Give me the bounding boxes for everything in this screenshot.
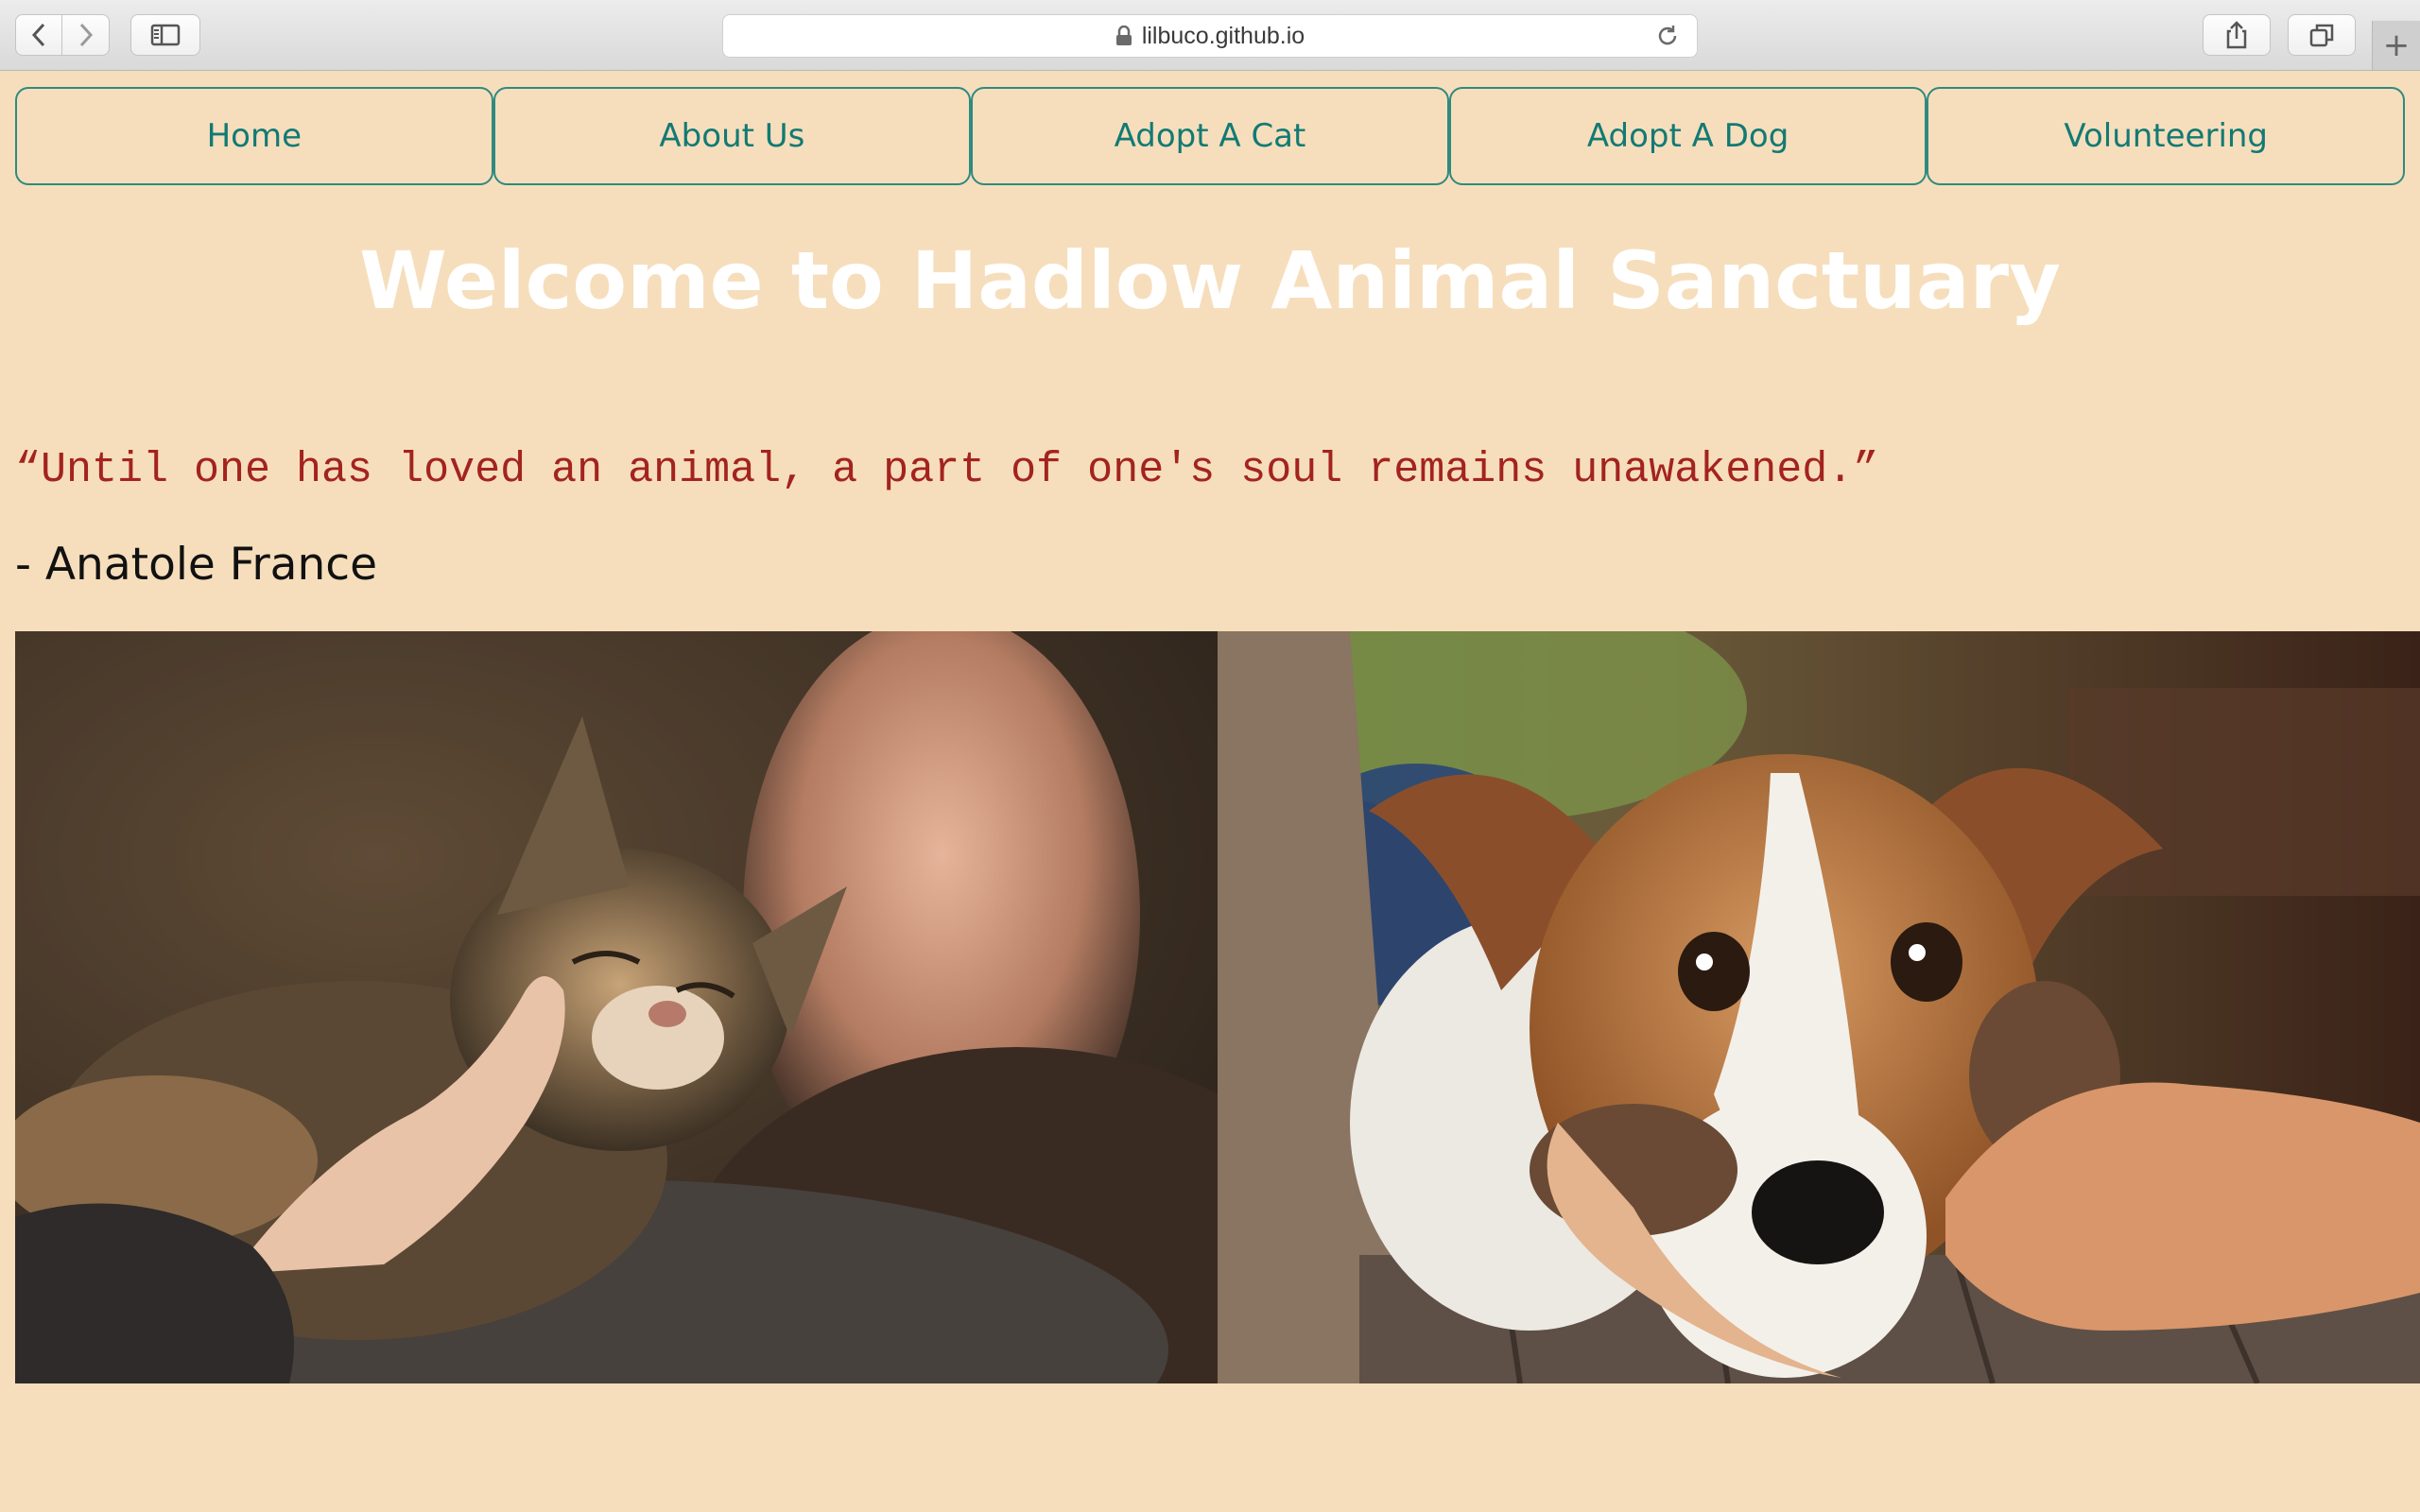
- browser-toolbar: lilbuco.github.io +: [0, 0, 2420, 71]
- new-tab-icon[interactable]: +: [2372, 21, 2420, 70]
- tabs-icon: [2309, 24, 2334, 47]
- forward-button[interactable]: [62, 14, 110, 56]
- url-text: lilbuco.github.io: [1141, 22, 1305, 49]
- back-icon: [31, 23, 45, 47]
- sidebar-button[interactable]: [130, 14, 200, 56]
- nav-home[interactable]: Home: [15, 87, 493, 185]
- back-button[interactable]: [15, 14, 62, 56]
- address-bar[interactable]: lilbuco.github.io: [722, 14, 1698, 58]
- share-icon: [2226, 21, 2247, 49]
- main-nav: Home About Us Adopt A Cat Adopt A Dog Vo…: [15, 87, 2405, 185]
- sidebar-icon: [150, 24, 181, 46]
- lock-icon: [1115, 26, 1132, 46]
- reload-icon[interactable]: [1655, 24, 1680, 55]
- tabs-button[interactable]: [2288, 14, 2356, 56]
- dog-photo: [1218, 631, 2420, 1383]
- forward-icon: [79, 23, 93, 47]
- quote-text: “Until one has loved an animal, a part o…: [15, 446, 1879, 494]
- cat-photo: [15, 631, 1218, 1383]
- share-button[interactable]: [2203, 14, 2271, 56]
- page-title: Welcome to Hadlow Animal Sanctuary: [359, 234, 2061, 327]
- quote-author: - Anatole France: [15, 539, 378, 591]
- nav-adopt-a-dog[interactable]: Adopt A Dog: [1448, 87, 1927, 185]
- nav-adopt-a-cat[interactable]: Adopt A Cat: [971, 87, 1449, 185]
- nav-volunteering[interactable]: Volunteering: [1927, 87, 2405, 185]
- nav-about-us[interactable]: About Us: [493, 87, 972, 185]
